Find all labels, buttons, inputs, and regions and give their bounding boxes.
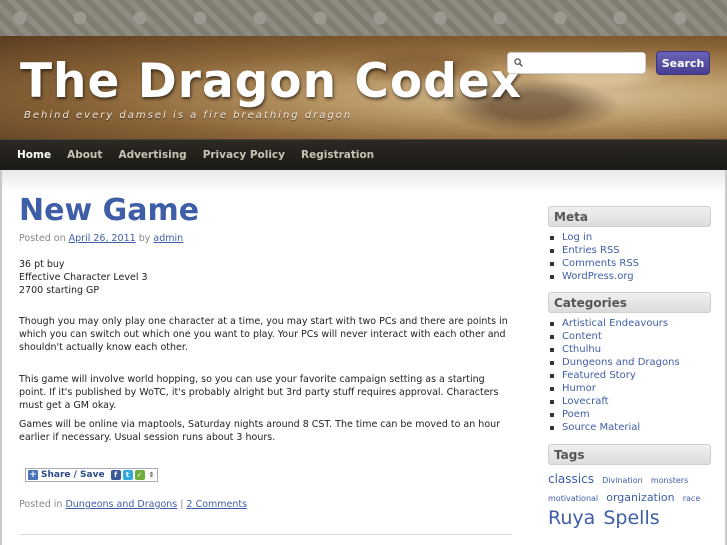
meta-item-label[interactable]: Comments RSS bbox=[562, 257, 639, 270]
meta-item-label[interactable]: Log in bbox=[562, 231, 592, 244]
tag-link[interactable]: classics bbox=[548, 472, 594, 486]
separator: | bbox=[180, 499, 184, 510]
stat-line: 2700 starting GP bbox=[19, 285, 100, 296]
nav-item-advertising[interactable]: Advertising bbox=[110, 140, 194, 170]
bookmark-icon: ✓ bbox=[134, 470, 145, 480]
bullet-icon bbox=[550, 347, 554, 352]
tag-link[interactable]: race bbox=[683, 494, 701, 503]
category-item-label[interactable]: Source Material bbox=[562, 421, 640, 434]
by-label: by bbox=[138, 233, 151, 244]
post-footer: Posted in Dungeons and Dragons | 2 Comme… bbox=[19, 499, 247, 510]
search-button[interactable]: Search bbox=[656, 51, 710, 75]
bullet-icon bbox=[550, 412, 554, 417]
posted-on-label: Posted on bbox=[19, 233, 66, 244]
post-divider bbox=[19, 534, 512, 535]
tag-link[interactable]: Ruya bbox=[548, 507, 595, 529]
category-item[interactable]: Artistical Endeavours bbox=[550, 317, 712, 330]
nav-item-home[interactable]: Home bbox=[9, 140, 59, 170]
bullet-icon bbox=[550, 248, 554, 253]
bullet-icon bbox=[550, 235, 554, 240]
facebook-icon: f bbox=[110, 470, 121, 480]
tags-widget-title: Tags bbox=[548, 444, 711, 465]
tag-link[interactable]: motivational bbox=[548, 494, 598, 503]
category-item[interactable]: Humor bbox=[550, 382, 712, 395]
plus-icon: + bbox=[28, 470, 38, 480]
share-save-label: Share / Save bbox=[41, 470, 105, 480]
category-item-label[interactable]: Artistical Endeavours bbox=[562, 317, 668, 330]
content-area: New Game Posted on April 26, 2011 by adm… bbox=[0, 170, 727, 545]
nav-item-privacy-policy[interactable]: Privacy Policy bbox=[195, 140, 293, 170]
category-item[interactable]: Source Material bbox=[550, 421, 712, 434]
stat-line: Effective Character Level 3 bbox=[19, 272, 148, 283]
tags-widget: Tags classics Divination monsters motiva… bbox=[548, 444, 712, 530]
nav-item-about[interactable]: About bbox=[59, 140, 110, 170]
stat-line: 36 pt buy bbox=[19, 259, 65, 270]
bullet-icon bbox=[550, 360, 554, 365]
post-date-link[interactable]: April 26, 2011 bbox=[69, 233, 136, 244]
site-tagline: Behind every damsel is a fire breathing … bbox=[24, 110, 353, 121]
tag-link[interactable]: monsters bbox=[651, 476, 688, 485]
main-nav: Home About Advertising Privacy Policy Re… bbox=[0, 139, 727, 170]
post-stats: 36 pt buy Effective Character Level 3 27… bbox=[19, 258, 514, 297]
share-save-button[interactable]: + Share / Save f t ✓ ⇕ bbox=[25, 468, 158, 482]
search-input[interactable] bbox=[507, 52, 646, 74]
meta-widget-title: Meta bbox=[548, 206, 711, 227]
bullet-icon bbox=[550, 425, 554, 430]
meta-item-label[interactable]: Entries RSS bbox=[562, 244, 620, 257]
bullet-icon bbox=[550, 386, 554, 391]
bullet-icon bbox=[550, 334, 554, 339]
header-pattern-band bbox=[0, 0, 727, 36]
tag-cloud: classics Divination monsters motivationa… bbox=[548, 470, 712, 530]
post-title[interactable]: New Game bbox=[19, 193, 199, 228]
tag-link[interactable]: Spells bbox=[603, 507, 659, 529]
bullet-icon bbox=[550, 274, 554, 279]
categories-widget-title: Categories bbox=[548, 292, 711, 313]
categories-widget: Categories Artistical Endeavours Content… bbox=[548, 292, 712, 434]
site-title[interactable]: The Dragon Codex bbox=[20, 54, 522, 109]
category-item-label[interactable]: Content bbox=[562, 330, 602, 343]
sidebar: Meta Log in Entries RSS Comments RSS Wor… bbox=[548, 206, 712, 530]
post-paragraph: Games will be online via maptools, Satur… bbox=[19, 419, 501, 443]
category-link[interactable]: Dungeons and Dragons bbox=[65, 499, 177, 510]
post-meta: Posted on April 26, 2011 by admin bbox=[19, 233, 183, 244]
meta-item-entries-rss[interactable]: Entries RSS bbox=[550, 244, 712, 257]
post-paragraph: Though you may only play one character a… bbox=[19, 316, 508, 353]
category-item[interactable]: Lovecraft bbox=[550, 395, 712, 408]
category-item[interactable]: Poem bbox=[550, 408, 712, 421]
nav-item-registration[interactable]: Registration bbox=[293, 140, 382, 170]
tag-link[interactable]: organization bbox=[606, 491, 674, 504]
comments-link[interactable]: 2 Comments bbox=[187, 499, 248, 510]
category-item-label[interactable]: Cthulhu bbox=[562, 343, 601, 356]
post-paragraph: This game will involve world hopping, so… bbox=[19, 374, 499, 411]
meta-item-comments-rss[interactable]: Comments RSS bbox=[550, 257, 712, 270]
category-item-label[interactable]: Featured Story bbox=[562, 369, 636, 382]
meta-item-label[interactable]: WordPress.org bbox=[562, 270, 634, 283]
author-link[interactable]: admin bbox=[153, 233, 183, 244]
meta-item-log-in[interactable]: Log in bbox=[550, 231, 712, 244]
bullet-icon bbox=[550, 261, 554, 266]
category-item[interactable]: Dungeons and Dragons bbox=[550, 356, 712, 369]
category-item[interactable]: Featured Story bbox=[550, 369, 712, 382]
category-item-label[interactable]: Dungeons and Dragons bbox=[562, 356, 680, 369]
site-header: The Dragon Codex Behind every damsel is … bbox=[0, 36, 727, 139]
tag-link[interactable]: Divination bbox=[602, 476, 643, 485]
chevron-updown-icon: ⇕ bbox=[148, 471, 155, 479]
bullet-icon bbox=[550, 373, 554, 378]
meta-item-wordpress-org[interactable]: WordPress.org bbox=[550, 270, 712, 283]
category-item[interactable]: Cthulhu bbox=[550, 343, 712, 356]
meta-widget: Meta Log in Entries RSS Comments RSS Wor… bbox=[548, 206, 712, 283]
search-icon bbox=[514, 58, 523, 67]
bullet-icon bbox=[550, 321, 554, 326]
category-item-label[interactable]: Lovecraft bbox=[562, 395, 609, 408]
posted-in-label: Posted in bbox=[19, 499, 63, 510]
bullet-icon bbox=[550, 399, 554, 404]
category-item-label[interactable]: Poem bbox=[562, 408, 590, 421]
category-item[interactable]: Content bbox=[550, 330, 712, 343]
twitter-icon: t bbox=[122, 470, 133, 480]
category-item-label[interactable]: Humor bbox=[562, 382, 596, 395]
